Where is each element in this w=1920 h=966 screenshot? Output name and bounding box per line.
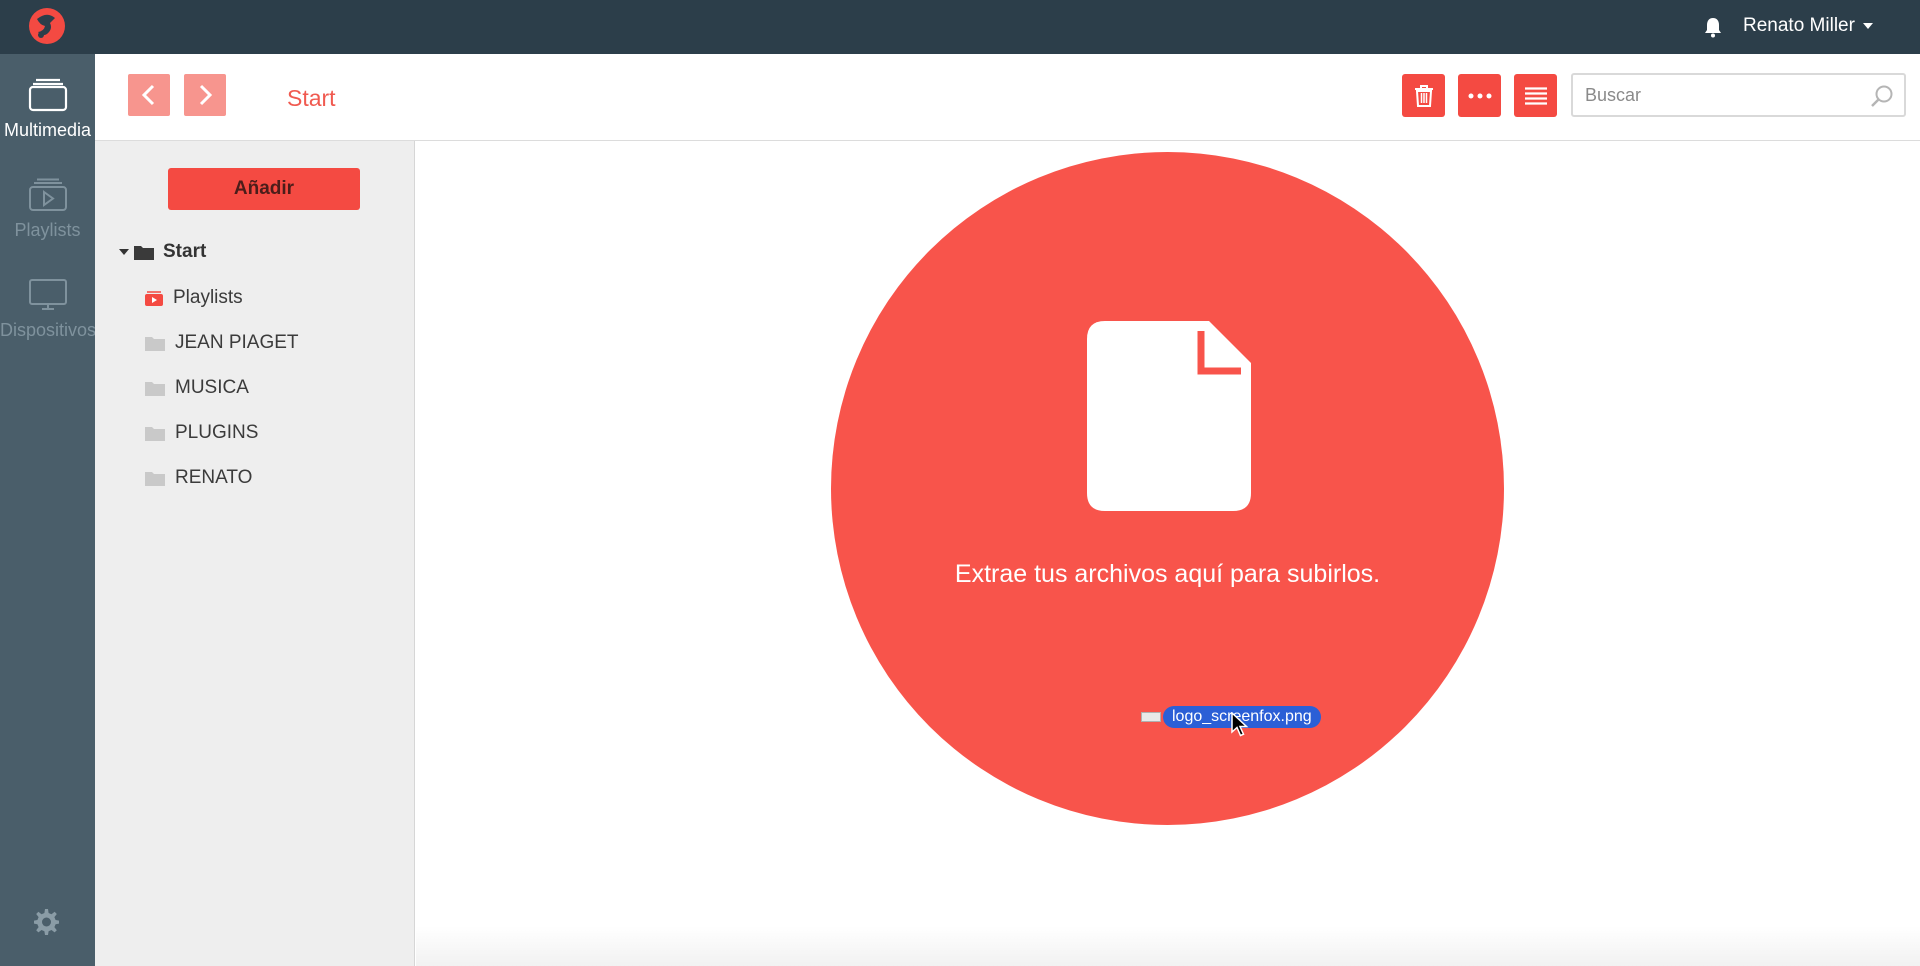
document-icon — [1087, 321, 1251, 511]
tree-item-label: JEAN PIAGET — [175, 332, 299, 353]
tree-item-label: MUSICA — [175, 377, 249, 398]
top-bar: Renato Miller — [0, 0, 1920, 54]
gear-icon[interactable] — [29, 906, 61, 938]
search-input[interactable] — [1585, 83, 1855, 107]
rail-item-dispositivos[interactable]: Dispositivos — [0, 278, 97, 341]
tree-item-jean-piaget[interactable]: JEAN PIAGET — [145, 332, 299, 354]
list-view-button[interactable] — [1514, 74, 1557, 117]
folder-stack-icon — [28, 78, 67, 112]
search-box — [1571, 73, 1906, 117]
tree-item-label: RENATO — [175, 467, 253, 488]
user-menu[interactable]: Renato Miller — [1743, 15, 1873, 37]
playlist-folder-icon — [145, 291, 163, 306]
bell-icon[interactable] — [1703, 16, 1723, 38]
folder-tree-panel: Añadir Start Playlists JEAN PIAGET MUSIC… — [95, 141, 415, 966]
monitor-icon — [28, 279, 67, 310]
rail-label: Multimedia — [3, 120, 92, 140]
folder-icon — [145, 337, 165, 351]
content-header: Start — [95, 54, 1920, 141]
tree-item-playlists[interactable]: Playlists — [145, 287, 243, 309]
tree-root-start[interactable]: Start — [119, 241, 206, 263]
list-icon — [1524, 86, 1547, 105]
chevron-left-icon — [141, 84, 155, 106]
tree-item-label: PLUGINS — [175, 422, 259, 443]
file-thumbnail-icon — [1141, 712, 1161, 722]
rail-item-multimedia[interactable]: Multimedia — [0, 78, 95, 141]
rail-item-playlists[interactable]: Playlists — [0, 178, 95, 241]
nav-rail: Multimedia Playlists Dispositivos — [0, 54, 97, 966]
folder-icon — [145, 472, 165, 486]
caret-down-icon[interactable] — [119, 249, 129, 255]
dragged-file: logo_screenfox.png — [1141, 706, 1321, 737]
delete-button[interactable] — [1402, 74, 1445, 117]
bottom-shadow — [416, 926, 1920, 966]
playlist-icon — [28, 178, 67, 211]
add-button[interactable]: Añadir — [168, 168, 360, 210]
dropzone-message: Extrae tus archivos aquí para subirlos. — [954, 560, 1381, 588]
file-area[interactable]: Extrae tus archivos aquí para subirlos. … — [416, 141, 1920, 966]
mouse-pointer-icon — [1231, 712, 1249, 737]
trash-icon — [1414, 84, 1433, 107]
back-button[interactable] — [128, 74, 170, 116]
rail-label: Playlists — [14, 220, 81, 240]
chevron-down-icon — [1862, 23, 1873, 29]
rail-label: Dispositivos — [0, 320, 97, 340]
folder-filled-icon — [134, 246, 154, 260]
tree-item-plugins[interactable]: PLUGINS — [145, 422, 258, 444]
upload-dropzone[interactable]: Extrae tus archivos aquí para subirlos. … — [831, 152, 1504, 825]
chevron-right-icon — [199, 84, 213, 106]
breadcrumb[interactable]: Start — [287, 85, 336, 112]
folder-icon — [145, 382, 165, 396]
tree-item-label: Playlists — [173, 287, 243, 308]
brand-logo-icon[interactable] — [28, 7, 66, 45]
folder-icon — [145, 427, 165, 441]
tree-item-musica[interactable]: MUSICA — [145, 377, 249, 399]
magnifier-icon[interactable] — [1870, 84, 1894, 108]
ellipsis-icon — [1468, 93, 1491, 98]
forward-button[interactable] — [184, 74, 226, 116]
tree-root-label: Start — [163, 241, 207, 262]
user-name: Renato Miller — [1743, 15, 1855, 36]
tree-item-renato[interactable]: RENATO — [145, 467, 252, 489]
more-options-button[interactable] — [1458, 74, 1501, 117]
